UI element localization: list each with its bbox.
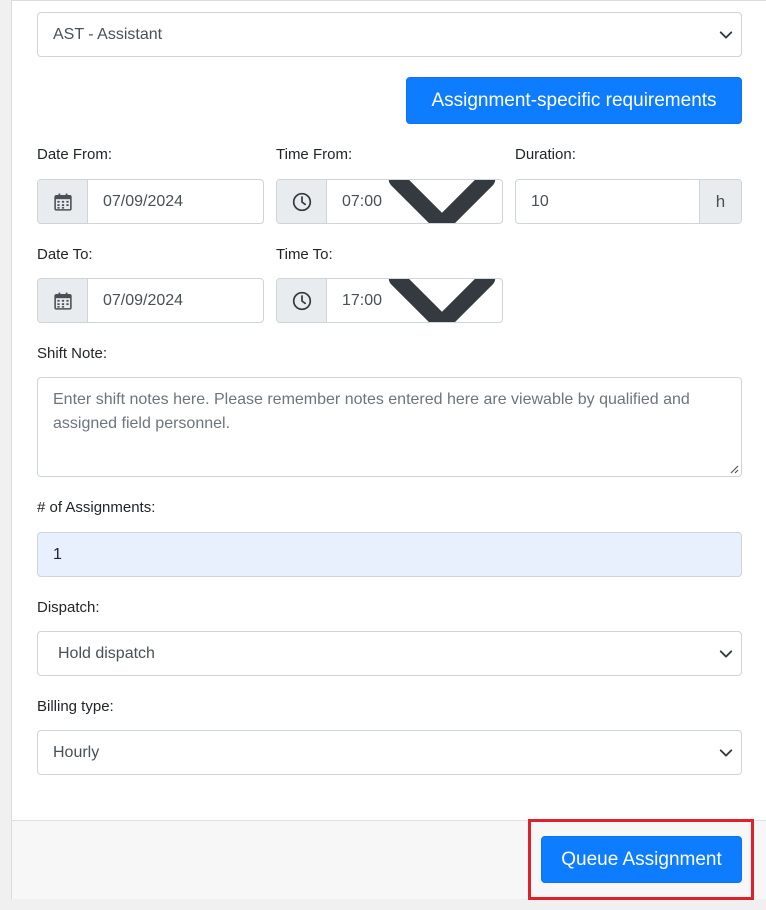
assignments-input[interactable]: 1 <box>37 532 742 577</box>
time-to-value: 17:00 <box>342 291 383 309</box>
time-from-label: Time From: <box>276 146 353 163</box>
shift-note-textarea[interactable]: Enter shift notes here. Please remember … <box>37 377 742 477</box>
date-from-field[interactable]: 07/09/2024 <box>37 179 264 224</box>
duration-field[interactable]: 10 h <box>515 179 742 224</box>
billing-type-label: Billing type: <box>37 698 114 715</box>
chevron-down-icon <box>388 279 496 322</box>
chevron-down-icon <box>388 180 496 223</box>
chevron-down-icon <box>719 30 733 39</box>
shift-note-label: Shift Note: <box>37 345 108 362</box>
resize-handle-icon[interactable] <box>729 464 739 474</box>
assignments-label: # of Assignments: <box>37 499 156 516</box>
date-from-label: Date From: <box>37 146 113 163</box>
billing-type-select[interactable]: Hourly <box>37 730 742 775</box>
chevron-down-icon <box>719 649 733 658</box>
time-to-label: Time To: <box>276 246 333 263</box>
time-from-value: 07:00 <box>342 192 383 210</box>
dispatch-select[interactable]: Hold dispatch <box>37 631 742 676</box>
assignment-requirements-label: Assignment-specific requirements <box>431 89 717 111</box>
queue-assignment-button[interactable]: Queue Assignment <box>541 836 742 883</box>
clock-icon <box>277 279 327 322</box>
time-to-select[interactable]: 17:00 <box>327 279 502 322</box>
role-select[interactable]: AST - Assistant <box>37 12 742 57</box>
dispatch-value: Hold dispatch <box>58 644 155 662</box>
billing-type-value: Hourly <box>53 743 100 761</box>
dispatch-label: Dispatch: <box>37 599 100 616</box>
clock-icon <box>277 180 327 223</box>
duration-label: Duration: <box>515 146 576 163</box>
role-select-value: AST - Assistant <box>53 25 163 43</box>
time-from-select[interactable]: 07:00 <box>327 180 502 223</box>
queue-assignment-label: Queue Assignment <box>561 848 722 870</box>
duration-unit: h <box>699 180 741 223</box>
time-from-field[interactable]: 07:00 <box>276 179 503 224</box>
time-to-field[interactable]: 17:00 <box>276 278 503 323</box>
date-to-field[interactable]: 07/09/2024 <box>37 278 264 323</box>
duration-input[interactable]: 10 <box>516 180 699 223</box>
date-from-input[interactable]: 07/09/2024 <box>88 180 263 223</box>
date-to-label: Date To: <box>37 246 93 263</box>
assignment-requirements-button[interactable]: Assignment-specific requirements <box>406 77 742 124</box>
calendar-icon[interactable] <box>38 180 88 223</box>
chevron-down-icon <box>719 748 733 757</box>
date-to-input[interactable]: 07/09/2024 <box>88 279 263 322</box>
calendar-icon[interactable] <box>38 279 88 322</box>
